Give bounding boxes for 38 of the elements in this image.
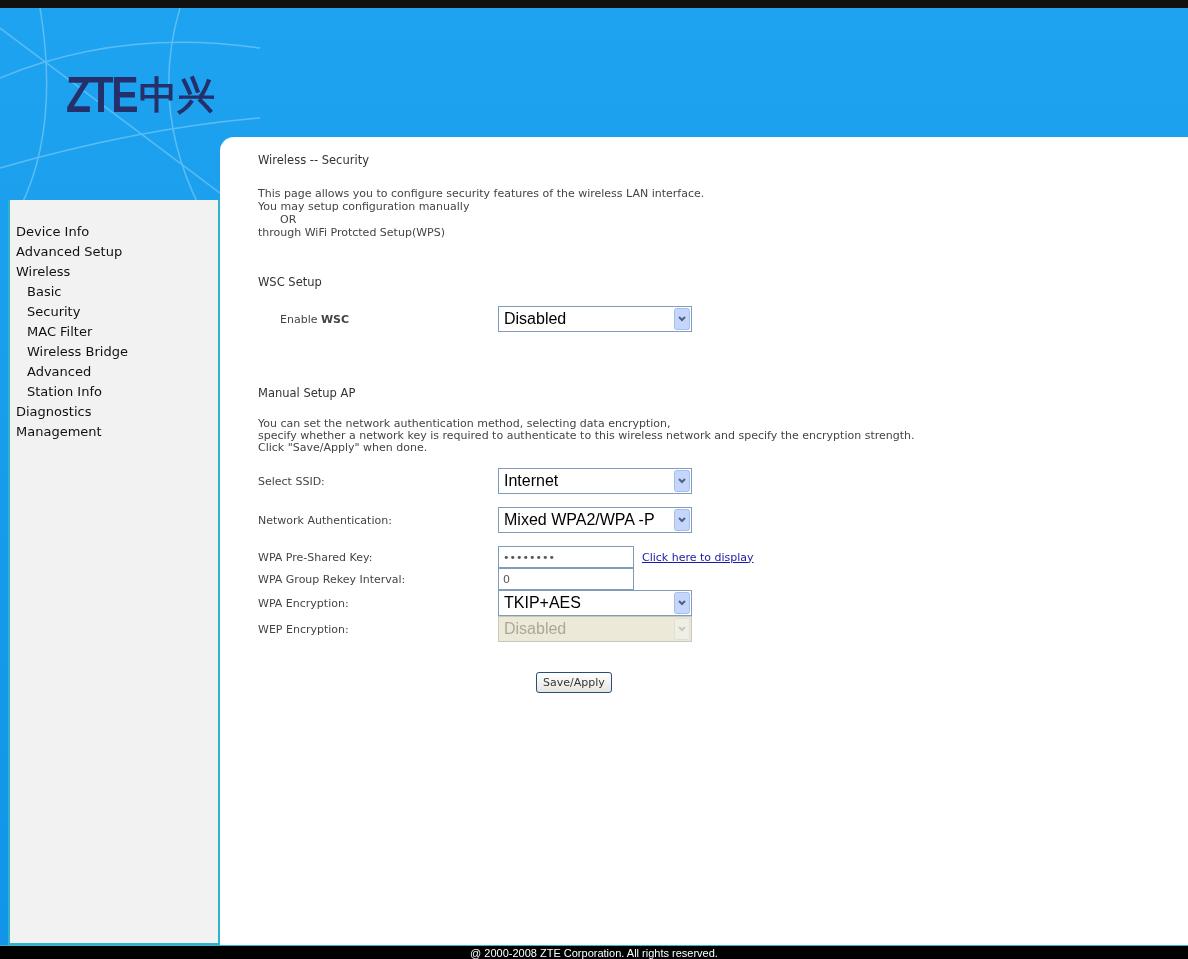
description-text: specify whether a network key is required to authenticate to this wireless network and specify the encryption strength. [258,430,916,442]
dropdown[interactable]: Disabled [498,306,692,332]
sidebar-item[interactable]: MAC Filter [16,322,93,342]
description-text: You can set the network authentication method, selecting data encryption, [258,418,672,430]
input-field[interactable]: 0 [498,568,634,590]
sidebar-item[interactable]: Advanced [16,362,92,382]
intro-text: This page allows you to configure security features of the wireless LAN interface. [258,187,706,200]
field-label: Network Authentication: [258,513,393,527]
input-field[interactable]: •••••••• [498,546,634,568]
section-heading: WSC Setup [258,275,323,289]
field-label: WEP Encryption: [258,622,350,636]
intro-text: through WiFi Protcted Setup(WPS) [258,226,446,239]
sidebar-item[interactable]: Management [16,422,102,442]
dropdown[interactable]: TKIP+AES [498,590,692,616]
intro-text: You may setup configuration manually [258,200,471,213]
sidebar-item[interactable]: Advanced Setup [16,242,123,262]
dropdown[interactable]: Internet [498,468,692,494]
sidebar-item[interactable]: Device Info [16,222,90,242]
field-label: Enable WSC [279,312,351,326]
sidebar-item[interactable]: Wireless Bridge [16,342,128,362]
sidebar-item[interactable]: Wireless [16,262,71,282]
sidebar-item[interactable]: Security [16,302,81,322]
logo: ZTE中兴 [66,66,216,124]
page-title: Wireless -- Security [258,153,370,167]
field-label: WPA Pre-Shared Key: [258,550,374,564]
field-label: WPA Encryption: [258,596,350,610]
field-label: WPA Group Rekey Interval: [258,572,407,586]
display-key-link[interactable]: Click here to display [642,550,754,564]
dropdown[interactable]: Mixed WPA2/WPA -P [498,507,692,533]
sidebar-item[interactable]: Basic [16,282,62,302]
description-text: Click "Save/Apply" when done. [258,442,429,454]
section-heading: Manual Setup AP [258,386,357,400]
copyright-text: @ 2000-2008 ZTE Corporation. All rights reserved. [0,945,1188,959]
sidebar-item[interactable]: Diagnostics [16,402,92,422]
sidebar-item[interactable]: Station Info [16,382,102,402]
save-apply-button[interactable]: Save/Apply [536,672,612,693]
intro-text: OR [279,213,298,226]
field-label: Select SSID: [258,474,326,488]
